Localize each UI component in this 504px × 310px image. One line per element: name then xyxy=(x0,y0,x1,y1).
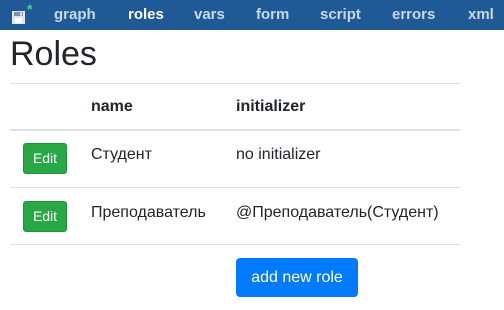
save-button[interactable]: * xyxy=(10,1,33,25)
row-divider xyxy=(10,187,460,188)
column-header-name: name xyxy=(91,98,133,115)
role-name: Преподаватель xyxy=(91,204,206,221)
edit-role-button[interactable]: Edit xyxy=(23,201,67,232)
add-new-role-button[interactable]: add new role xyxy=(236,258,358,297)
nav-tab-roles[interactable]: roles xyxy=(128,0,164,30)
table-top-border xyxy=(10,83,460,84)
role-name: Студент xyxy=(91,146,152,163)
unsaved-changes-indicator: * xyxy=(27,1,33,17)
nav-tab-vars[interactable]: vars xyxy=(194,0,225,30)
nav-tab-script[interactable]: script xyxy=(320,0,361,30)
header-bottom-border xyxy=(10,129,460,131)
nav-tab-graph[interactable]: graph xyxy=(54,0,96,30)
row-divider xyxy=(10,244,460,245)
top-navbar: * graph roles vars form script errors xm… xyxy=(0,0,504,30)
nav-tab-form[interactable]: form xyxy=(256,0,289,30)
role-initializer: @Преподаватель(Студент) xyxy=(236,204,439,221)
page-title: Roles xyxy=(10,35,97,73)
edit-role-button[interactable]: Edit xyxy=(23,143,67,174)
floppy-disk-icon xyxy=(12,11,25,24)
column-header-initializer: initializer xyxy=(236,98,306,115)
nav-tab-xml[interactable]: xml xyxy=(468,0,494,30)
nav-tab-errors[interactable]: errors xyxy=(392,0,435,30)
role-initializer: no initializer xyxy=(236,146,321,163)
